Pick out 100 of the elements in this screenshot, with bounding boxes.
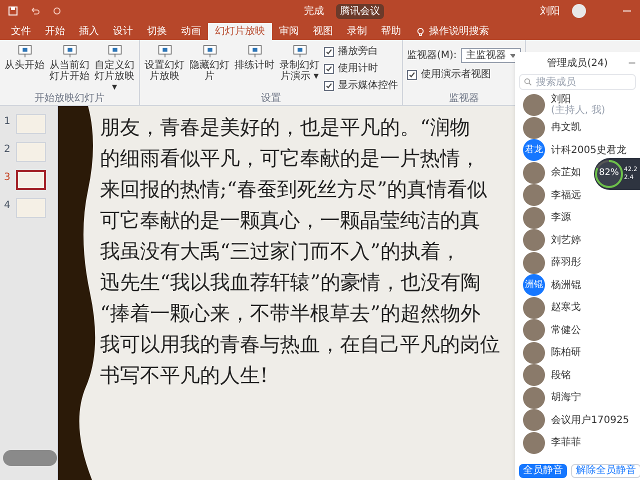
undo-icon[interactable] bbox=[30, 6, 40, 16]
member-name: 李福远 bbox=[551, 190, 581, 201]
member-avatar bbox=[523, 94, 545, 116]
slideshow-icon bbox=[156, 44, 172, 58]
member-row[interactable]: 会议用户170925 bbox=[515, 409, 638, 432]
window-title: 完成 bbox=[304, 4, 324, 18]
slide-number: 2 bbox=[4, 143, 12, 157]
checkbox[interactable] bbox=[324, 64, 334, 74]
member-name: 余芷如 bbox=[551, 167, 581, 178]
member-row[interactable]: 刘阳 (主持人, 我) bbox=[515, 94, 614, 116]
member-name: 计科2005史君龙 bbox=[551, 144, 626, 156]
monitor-label: 监视器(M): bbox=[407, 48, 457, 63]
ribbon-button[interactable]: 从头开始 bbox=[4, 44, 45, 93]
save-icon[interactable] bbox=[8, 6, 18, 16]
ribbon-tab[interactable]: 帮助 bbox=[374, 23, 408, 40]
member-row[interactable]: 李源 bbox=[515, 206, 579, 229]
lightbulb-icon bbox=[416, 26, 425, 36]
member-avatar bbox=[523, 319, 545, 342]
checkbox[interactable] bbox=[324, 46, 334, 56]
slide-text-line: 的细雨看似平凡，可它奉献的是一片热情， bbox=[100, 145, 480, 172]
member-avatar bbox=[523, 252, 545, 274]
member-avatar bbox=[523, 364, 545, 386]
checkbox-label: 显示媒体控件 bbox=[338, 79, 398, 93]
ribbon-button[interactable]: 排练计时 bbox=[234, 44, 275, 93]
member-avatar bbox=[523, 229, 545, 252]
member-name: 赵寒戈 bbox=[551, 302, 581, 314]
member-row[interactable]: 陈柏研 bbox=[515, 342, 589, 364]
checkbox[interactable] bbox=[407, 70, 417, 80]
checkbox-label: 使用演示者视图 bbox=[421, 68, 491, 82]
member-row[interactable]: 李菲菲 bbox=[515, 432, 589, 454]
slide-text-line: 可它奉献的是一颗真心，一颗晶莹纯洁的真 bbox=[100, 207, 480, 234]
member-row[interactable]: 赵寒戈 bbox=[515, 296, 589, 319]
slide-text-line: 来回报的热情;“春蚕到死丝方尽”的真情看似 bbox=[100, 176, 488, 203]
slide-text-line: “捧着一颗心来，不带半根草去”的超然物外 bbox=[100, 300, 480, 327]
slideshow-icon bbox=[16, 44, 32, 58]
slide-number: 1 bbox=[4, 115, 12, 129]
member-name: 刘艺婷 bbox=[551, 234, 581, 246]
ribbon-button[interactable]: 隐藏幻灯片 bbox=[189, 44, 230, 93]
ribbon-tab[interactable]: 切换 bbox=[140, 23, 174, 40]
member-avatar bbox=[523, 296, 545, 319]
ribbon-tab[interactable]: 动画 bbox=[174, 23, 208, 40]
member-avatar bbox=[523, 162, 545, 184]
member-name: 李菲菲 bbox=[551, 437, 581, 448]
group-label: 开始放映幻灯片 bbox=[34, 93, 106, 105]
member-row[interactable]: 君龙 计科2005史君龙 bbox=[515, 139, 634, 162]
panel-button[interactable]: 解除全员静音 bbox=[571, 464, 640, 478]
member-row[interactable]: 胡海宁 bbox=[515, 386, 589, 409]
caret-icon bbox=[510, 54, 516, 58]
member-row[interactable]: 刘艺婷 bbox=[515, 229, 589, 252]
member-name: 李源 bbox=[551, 212, 571, 224]
monitor-dropdown[interactable]: 主监视器 bbox=[460, 48, 521, 63]
member-row[interactable]: 段铭 bbox=[515, 364, 579, 386]
member-avatar: 洲锟 bbox=[523, 274, 545, 296]
member-avatar bbox=[523, 116, 545, 139]
member-row[interactable]: 冉文凯 bbox=[515, 116, 589, 139]
search-icon bbox=[524, 78, 532, 86]
user-name: 刘阳 bbox=[540, 4, 560, 18]
tell-me-search[interactable]: 操作说明搜索 bbox=[408, 23, 497, 40]
member-note: (主持人, 我) bbox=[551, 105, 606, 116]
slide-number: 3 bbox=[4, 171, 12, 185]
slide-text-line: 书写不平凡的人生! bbox=[100, 362, 268, 389]
checkbox[interactable] bbox=[324, 80, 334, 90]
member-name: 胡海宁 bbox=[551, 392, 581, 404]
ribbon-tab[interactable]: 审阅 bbox=[272, 23, 306, 40]
floating-toolbar bbox=[3, 450, 57, 466]
member-avatar bbox=[523, 206, 545, 229]
ribbon-tab[interactable]: 幻灯片放映 bbox=[208, 23, 272, 40]
ribbon-tab[interactable]: 设计 bbox=[106, 23, 140, 40]
ribbon-button[interactable]: 设置幻灯片放映 bbox=[144, 44, 185, 93]
slideshow-icon bbox=[106, 44, 122, 58]
ribbon-button[interactable]: 从当前幻灯片开始 bbox=[49, 44, 90, 93]
slide-text-line: 朋友，青春是美好的，也是平凡的。“润物 bbox=[100, 114, 470, 141]
member-name: 刘阳 bbox=[551, 94, 571, 106]
member-name: 薛羽彤 bbox=[551, 257, 581, 268]
ribbon-tab[interactable]: 录制 bbox=[340, 23, 374, 40]
member-avatar bbox=[523, 409, 545, 432]
member-row[interactable]: 洲锟 杨洲锟 bbox=[515, 274, 589, 296]
ribbon-tab[interactable]: 文件 bbox=[4, 23, 38, 40]
member-row[interactable]: 余芷如 bbox=[515, 162, 589, 184]
group-label: 设置 bbox=[260, 93, 282, 105]
checkbox-label: 播放旁白 bbox=[338, 44, 378, 59]
ribbon-tab[interactable]: 开始 bbox=[38, 23, 72, 40]
slideshow-icon bbox=[292, 44, 308, 58]
member-avatar bbox=[523, 184, 545, 206]
member-avatar: 君龙 bbox=[523, 139, 545, 162]
panel-button[interactable]: 全员静音 bbox=[519, 464, 567, 478]
slide-text-line: 我可以用我的青春与热血，在自己平凡的岗位 bbox=[100, 331, 500, 358]
ribbon-tab[interactable]: 视图 bbox=[306, 23, 340, 40]
member-row[interactable]: 薛羽彤 bbox=[515, 252, 589, 274]
member-name: 杨洲锟 bbox=[551, 280, 581, 291]
slide-text-line: 我虽没有大禹“三过家门而不入”的执着， bbox=[100, 238, 460, 265]
ribbon-button[interactable]: 录制幻灯片演示 ▾ bbox=[279, 44, 320, 93]
member-row[interactable]: 李福远 bbox=[515, 184, 589, 206]
slideshow-icon bbox=[202, 44, 218, 58]
slide-thumbnail[interactable] bbox=[16, 170, 46, 190]
member-row[interactable]: 常健公 bbox=[515, 319, 589, 342]
ribbon-button[interactable]: 自定义幻灯片放映 ▾ bbox=[94, 44, 135, 93]
gauge-value: 82% bbox=[598, 167, 620, 180]
ribbon-tab[interactable]: 插入 bbox=[72, 23, 106, 40]
avatar-icon bbox=[572, 4, 586, 18]
